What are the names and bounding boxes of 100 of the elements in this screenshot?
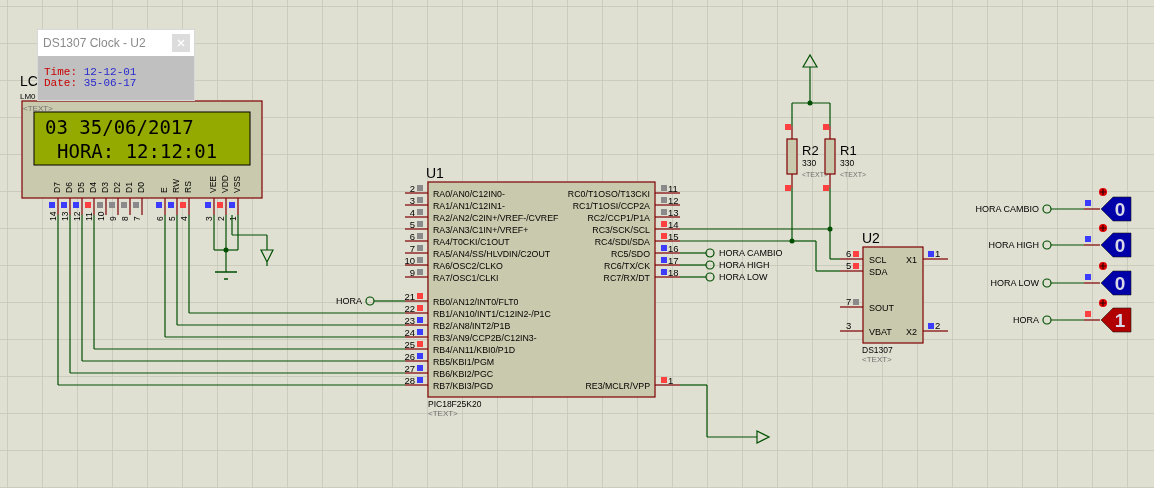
pin-label: RC2/CCP1/P1A <box>587 213 650 223</box>
probe-label: HORA HIGH <box>988 240 1039 250</box>
terminal-icon <box>1042 278 1052 288</box>
resistor-body <box>786 138 798 175</box>
wire <box>679 276 707 278</box>
pin-label: RB6/KBI2/PGC <box>433 369 494 379</box>
pin-label: VBAT <box>869 327 892 337</box>
probe-marker-icon <box>1099 299 1107 307</box>
pin-label: RS <box>183 181 193 193</box>
pin-label: D4 <box>88 182 98 193</box>
pin-number: 10 <box>96 211 106 221</box>
junction-dot <box>789 238 795 244</box>
pin-number: 26 <box>404 351 415 362</box>
wire <box>1050 282 1085 284</box>
pin-number: 18 <box>668 267 679 278</box>
pin-label: RA6/OSC2/CLKO <box>433 261 503 271</box>
pin-number: 1 <box>228 216 238 221</box>
probe-label: HORA LOW <box>990 278 1039 288</box>
pin-label: RA2/AN2/C2IN+/VREF-/CVREF <box>433 213 559 223</box>
wire <box>1050 319 1085 321</box>
ground-symbol <box>214 271 238 280</box>
pin-label: VDD <box>220 175 230 193</box>
pin-number: 17 <box>668 255 679 266</box>
terminal-icon <box>1042 315 1052 325</box>
net-label: HORA LOW <box>719 272 768 282</box>
pin-label: RB2/AN8/INT2/P1B <box>433 321 511 331</box>
probe-label: HORA CAMBIO <box>975 204 1039 214</box>
pin-number: 7 <box>409 243 415 254</box>
pin-label: RB5/KBI1/PGM <box>433 357 495 367</box>
pin-label: RW <box>171 179 181 193</box>
wire <box>373 300 406 302</box>
window-title: DS1307 Clock - U2 <box>43 35 146 52</box>
probe-value: 0 <box>1114 273 1126 294</box>
pin-number: 1 <box>935 248 941 259</box>
pin-number: 28 <box>404 375 415 386</box>
pin-number: 13 <box>60 211 70 221</box>
pin-label: D5 <box>76 182 86 193</box>
net-label: HORA HIGH <box>719 260 770 270</box>
pin-number: 2 <box>935 320 941 331</box>
pin-number: 5 <box>167 216 177 221</box>
pin-number: 3 <box>204 216 214 221</box>
terminal-arrow-icon <box>756 430 771 444</box>
component-reference: LC <box>20 73 38 89</box>
component-reference: R1 <box>840 143 857 158</box>
pin-number: 2 <box>216 216 226 221</box>
pin-number: 21 <box>404 291 415 302</box>
pin-label: RA1/AN1/C12IN1- <box>433 201 505 211</box>
pin-label: RA7/OSC1/CLKI <box>433 273 499 283</box>
pin-number: 16 <box>668 243 679 254</box>
pin-label: D3 <box>100 182 110 193</box>
pin-label: RB4/AN11/KBI0/P1D <box>433 345 515 355</box>
pin-number: 23 <box>404 315 415 326</box>
pin-number: 4 <box>179 216 189 221</box>
pin-label: D0 <box>136 182 146 193</box>
component-reference: U1 <box>426 165 444 181</box>
pin-label: RA0/AN0/C12IN0- <box>433 189 505 199</box>
pin-label: RB1/AN10/INT1/C12IN2-/P1C <box>433 309 551 319</box>
pin-label: SCL <box>869 255 887 265</box>
component-part-label: DS1307 <box>862 345 893 355</box>
pin-label: X1 <box>906 255 917 265</box>
probe-value: 0 <box>1114 199 1126 220</box>
pin-number: 8 <box>120 216 130 221</box>
pin-number: 12 <box>72 211 82 221</box>
pin-number: 14 <box>668 219 679 230</box>
component-part-label: LM0 <box>20 92 36 101</box>
pin-label: SDA <box>869 267 888 277</box>
pin-number: 24 <box>404 327 415 338</box>
pin-number: 11 <box>668 183 678 194</box>
close-icon <box>177 39 185 47</box>
terminal-icon <box>1042 204 1052 214</box>
pin-label: RB7/KBI3/PGD <box>433 381 494 391</box>
field-value: 12-12-01 <box>83 66 137 78</box>
pin-number: 7 <box>132 216 142 221</box>
net-label: HORA <box>336 296 362 306</box>
field-value: 35-06-17 <box>83 77 137 89</box>
pin-number: 4 <box>409 207 415 218</box>
pin-number: 27 <box>404 363 415 374</box>
pin-number: 6 <box>846 248 852 259</box>
pin-label: D2 <box>112 182 122 193</box>
pin-number: 5 <box>846 260 852 271</box>
pin-number: 22 <box>404 303 415 314</box>
pin-number: 25 <box>404 339 415 350</box>
pin-number: 11 <box>84 212 94 221</box>
pin-label: RE3/MCLR/VPP <box>585 381 650 391</box>
pin-label: RC5/SDO <box>610 249 650 259</box>
wire <box>1050 208 1085 210</box>
pin-label: VEE <box>208 176 218 193</box>
pin-label: RC1/T1OSI/CCP2A <box>572 201 650 211</box>
pin-label: RC0/T1OSO/T13CKI <box>567 189 650 199</box>
pin-number: 13 <box>668 207 679 218</box>
pin-number: 1 <box>668 375 674 386</box>
close-button[interactable] <box>172 34 190 52</box>
pin-label: X2 <box>906 327 917 337</box>
pin-label: RC4/SDI/SDA <box>594 237 650 247</box>
probe-marker-icon <box>1099 188 1107 196</box>
probe-marker-icon <box>1099 262 1107 270</box>
wire <box>1050 244 1085 246</box>
component-part-label: PIC18F25K20 <box>428 399 482 409</box>
lcd-text: HORA: 12:12:01 <box>57 140 218 162</box>
probe-label: HORA <box>1013 315 1039 325</box>
